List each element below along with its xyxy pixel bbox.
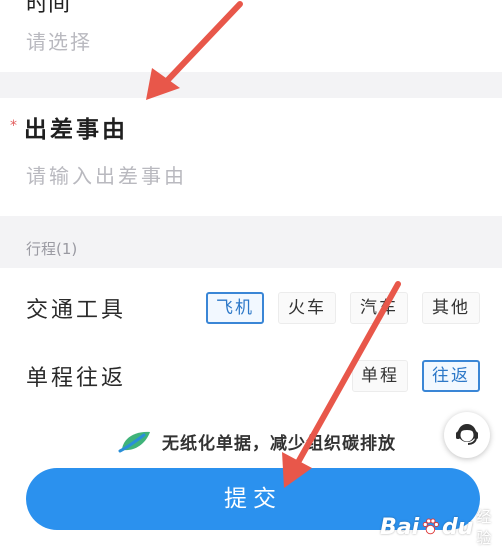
transport-option-other[interactable]: 其他 <box>422 292 480 324</box>
headset-icon <box>456 424 478 445</box>
customer-service-button[interactable] <box>444 412 490 458</box>
trip-type-one-way[interactable]: 单程 <box>352 360 408 392</box>
watermark-brand: Bai <box>380 514 420 540</box>
trip-reason-field: * 出差事由 请输入出差事由 <box>0 98 502 216</box>
transport-label: 交通工具 <box>26 298 127 323</box>
baidu-watermark: Bai du 经验 <box>380 506 502 548</box>
leaf-icon <box>118 431 150 453</box>
itinerary-title: 行程(1) <box>26 240 78 258</box>
time-select-placeholder[interactable]: 请选择 <box>26 26 92 55</box>
watermark-brand-suffix: du <box>441 514 474 540</box>
transport-option-car[interactable]: 汽车 <box>350 292 408 324</box>
transport-option-plane[interactable]: 飞机 <box>206 292 264 324</box>
trip-reason-label: 出差事由 <box>24 117 128 143</box>
section-divider <box>0 72 502 98</box>
transport-option-train[interactable]: 火车 <box>278 292 336 324</box>
paw-icon <box>422 518 439 535</box>
time-field[interactable]: 时间 请选择 <box>0 0 502 72</box>
time-field-label: 时间 <box>26 0 71 17</box>
trip-reason-input[interactable]: 请输入出差事由 <box>26 160 187 189</box>
required-mark: * <box>10 118 17 134</box>
paperless-slogan: 无纸化单据，减少组织碳排放 <box>118 426 396 456</box>
trip-type-label: 单程往返 <box>26 366 127 391</box>
trip-type-round-trip[interactable]: 往返 <box>422 360 480 392</box>
watermark-cn: 经验 <box>476 508 492 547</box>
slogan-text: 无纸化单据，减少组织碳排放 <box>162 433 396 454</box>
